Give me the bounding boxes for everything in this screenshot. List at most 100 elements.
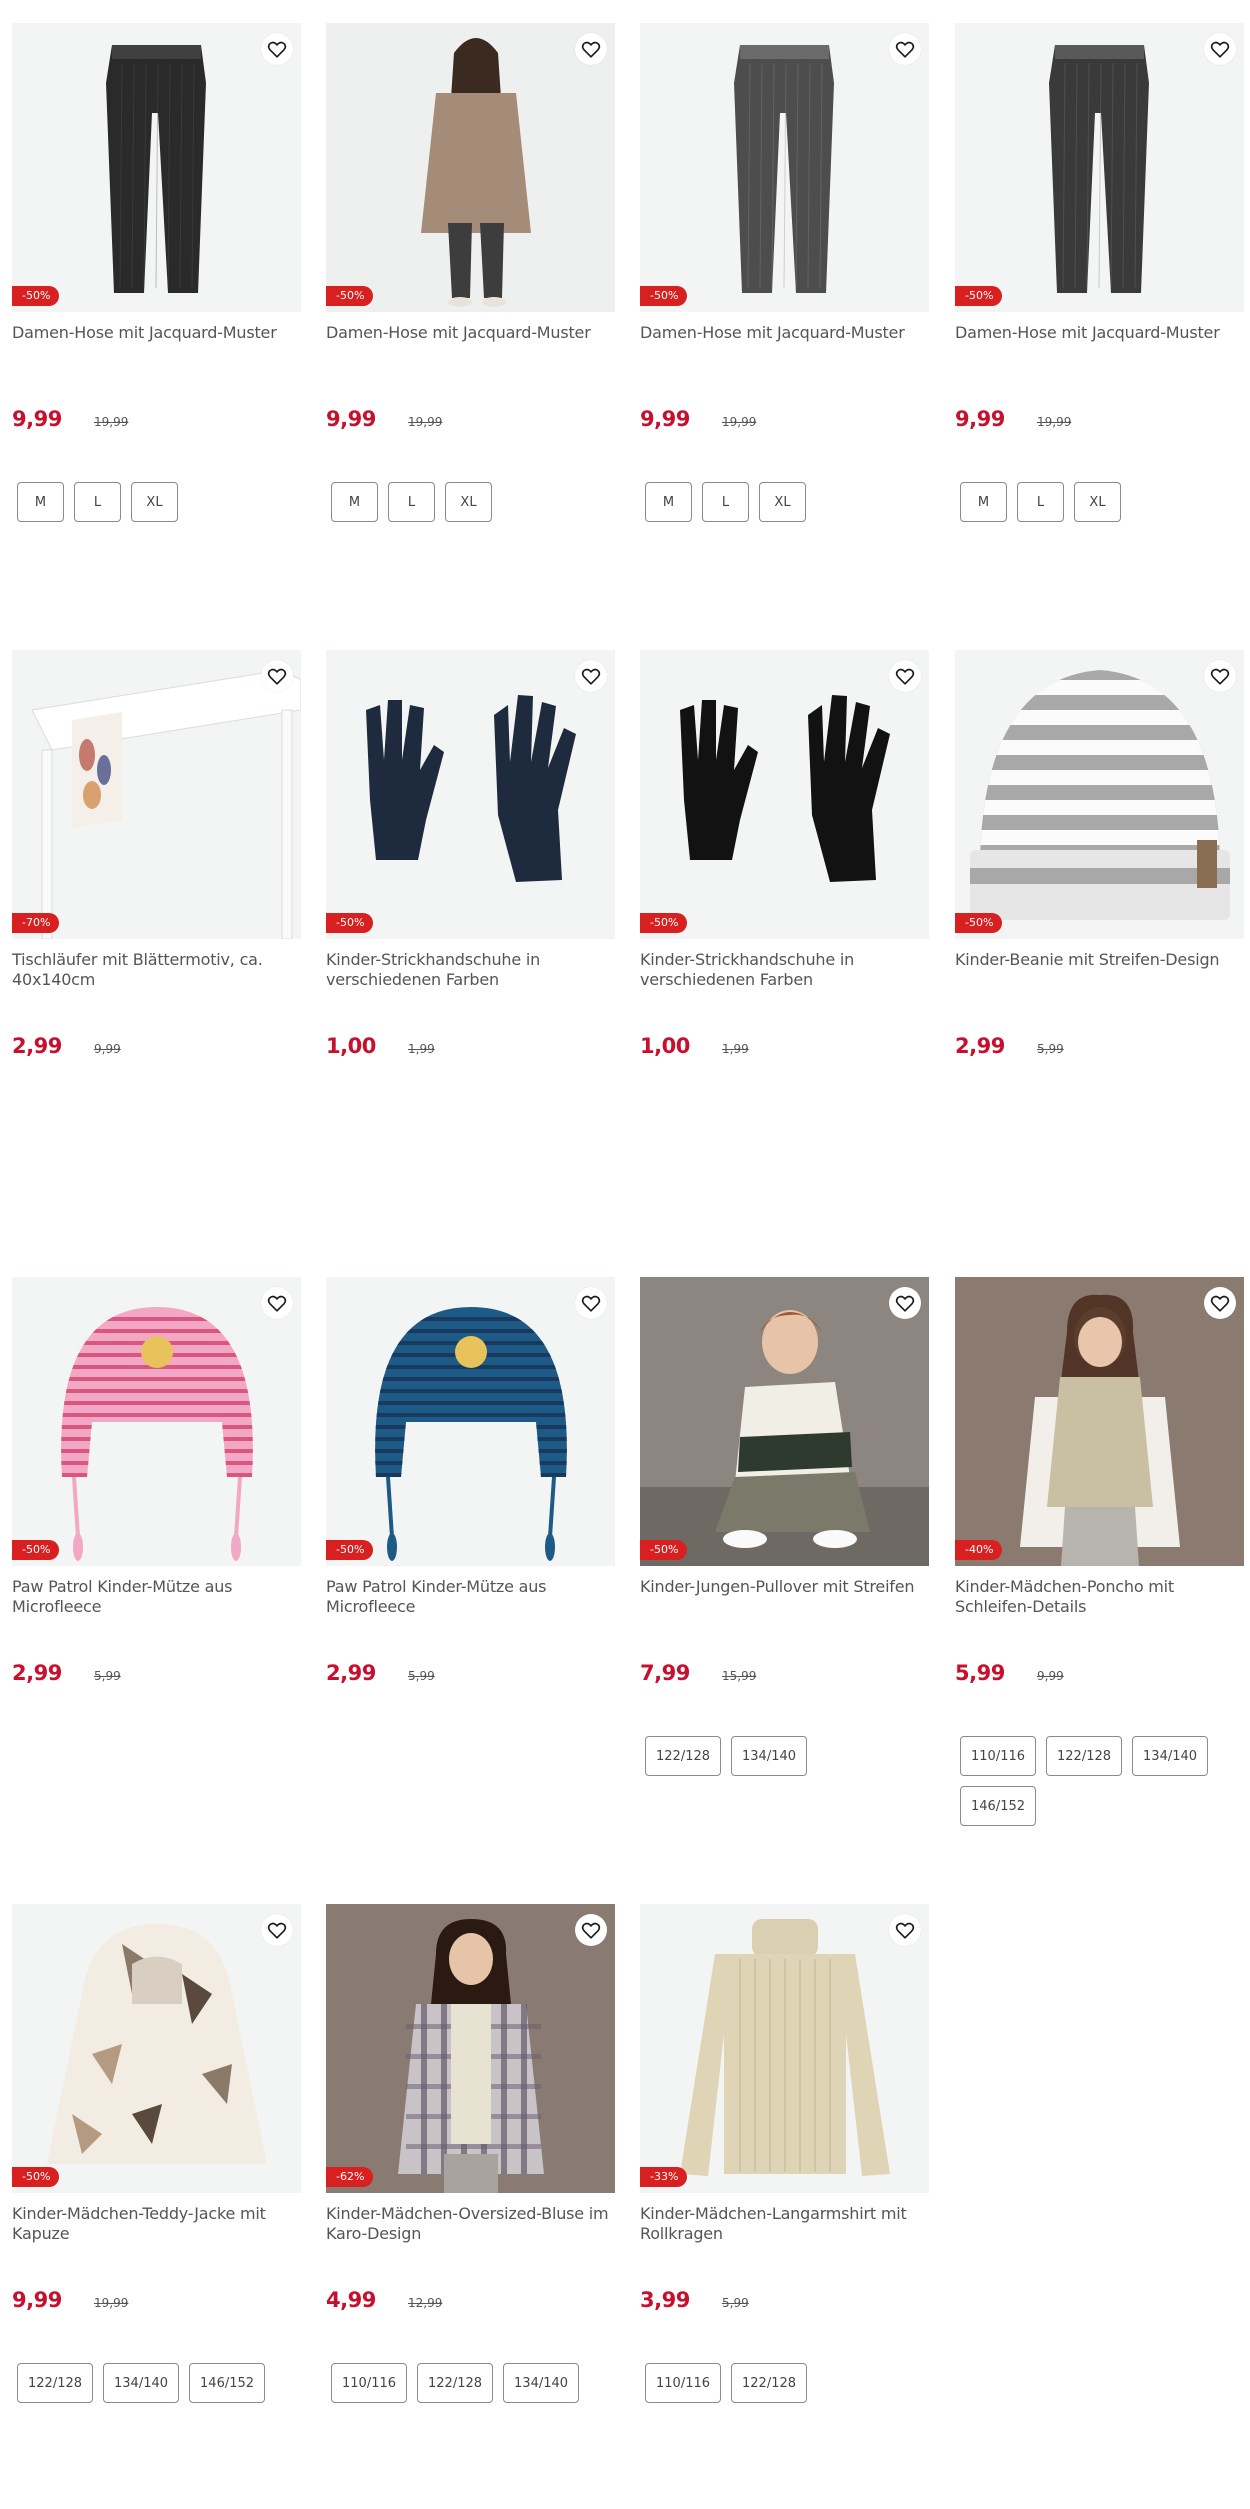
product-card[interactable]: -62% Kinder-Mädchen-Oversized-Bluse im Ka… xyxy=(326,1904,615,2464)
discount-badge: -33% xyxy=(640,2167,688,2187)
product-card[interactable]: -50% Paw Patrol Kinder-Mütze aus Microfle… xyxy=(12,1277,301,1837)
product-title[interactable]: Paw Patrol Kinder-Mütze aus Microfleece xyxy=(326,1577,615,1617)
size-options: M L XL xyxy=(645,482,929,522)
product-card[interactable]: -40% Kinder-Mädchen-Poncho mit Schleifen-… xyxy=(955,1277,1244,1837)
product-title[interactable]: Kinder-Mädchen-Teddy-Jacke mit Kapuze xyxy=(12,2204,301,2244)
size-button[interactable]: 122/128 xyxy=(731,2363,808,2403)
size-button[interactable]: 122/128 xyxy=(645,1736,722,1776)
size-button[interactable]: 110/116 xyxy=(331,2363,408,2403)
size-button[interactable]: L xyxy=(702,482,749,522)
product-title[interactable]: Damen-Hose mit Jacquard-Muster xyxy=(955,323,1244,343)
product-card[interactable]: -50% Kinder-Mädchen-Teddy-Jacke mit Kapuz… xyxy=(12,1904,301,2464)
product-card[interactable]: -70% Tischläufer mit Blättermotiv, ca. 40… xyxy=(12,650,301,1210)
product-image[interactable]: -50% xyxy=(326,23,615,312)
product-card[interactable]: -50% Paw Patrol Kinder-Mütze aus Microfle… xyxy=(326,1277,615,1837)
size-button[interactable]: 122/128 xyxy=(417,2363,494,2403)
product-title[interactable]: Damen-Hose mit Jacquard-Muster xyxy=(640,323,929,343)
product-title[interactable]: Kinder-Beanie mit Streifen-Design xyxy=(955,950,1244,970)
size-button[interactable]: XL xyxy=(131,482,178,522)
product-image[interactable]: -50% xyxy=(955,650,1244,939)
discount-badge: -62% xyxy=(326,2167,374,2187)
wishlist-button[interactable] xyxy=(575,33,607,65)
size-button[interactable]: 134/140 xyxy=(103,2363,180,2403)
product-card[interactable]: -50% Kinder-Strickhandschuhe in verschied… xyxy=(640,650,929,1210)
product-title[interactable]: Kinder-Strickhandschuhe in verschiedenen… xyxy=(326,950,615,990)
size-button[interactable]: L xyxy=(1017,482,1064,522)
heart-icon xyxy=(267,668,287,685)
wishlist-button[interactable] xyxy=(575,1287,607,1319)
product-image[interactable]: -50% xyxy=(12,23,301,312)
wishlist-button[interactable] xyxy=(889,33,921,65)
size-button[interactable]: M xyxy=(331,482,378,522)
product-price: 2,99 xyxy=(326,1661,376,1685)
wishlist-button[interactable] xyxy=(889,1287,921,1319)
size-button[interactable]: 134/140 xyxy=(1132,1736,1209,1776)
size-button[interactable]: 146/152 xyxy=(189,2363,266,2403)
wishlist-button[interactable] xyxy=(1204,660,1236,692)
wishlist-button[interactable] xyxy=(575,660,607,692)
product-card[interactable]: -50% Damen-Hose mit Jacquard-Muster 9,99 19… xyxy=(640,23,929,583)
product-image[interactable]: -62% xyxy=(326,1904,615,2193)
product-card[interactable]: -33% Kinder-Mädchen-Langarmshirt mit Roll… xyxy=(640,1904,929,2464)
product-title[interactable]: Kinder-Strickhandschuhe in verschiedenen… xyxy=(640,950,929,990)
wishlist-button[interactable] xyxy=(889,660,921,692)
size-button[interactable]: 134/140 xyxy=(503,2363,580,2403)
discount-badge: -50% xyxy=(12,1540,60,1560)
wishlist-button[interactable] xyxy=(261,33,293,65)
size-button[interactable]: 146/152 xyxy=(960,1786,1037,1826)
product-photo xyxy=(955,23,1244,312)
size-button[interactable]: M xyxy=(17,482,64,522)
wishlist-button[interactable] xyxy=(261,660,293,692)
product-image[interactable]: -33% xyxy=(640,1904,929,2193)
product-title[interactable]: Damen-Hose mit Jacquard-Muster xyxy=(326,323,615,343)
discount-badge: -50% xyxy=(955,286,1003,306)
product-card[interactable]: -50% Damen-Hose mit Jacquard-Muster 9,99 19… xyxy=(955,23,1244,583)
product-card[interactable]: -50% Damen-Hose mit Jacquard-Muster 9,99 19… xyxy=(12,23,301,583)
product-title[interactable]: Tischläufer mit Blättermotiv, ca. 40x140… xyxy=(12,950,301,990)
product-image[interactable]: -50% xyxy=(12,1277,301,1566)
product-image[interactable]: -50% xyxy=(12,1904,301,2193)
product-card[interactable]: -50% Damen-Hose mit Jacquard-Muster 9,99 19… xyxy=(326,23,615,583)
product-photo xyxy=(326,650,615,939)
size-button[interactable]: XL xyxy=(759,482,806,522)
size-button[interactable]: 122/128 xyxy=(17,2363,94,2403)
product-title[interactable]: Kinder-Mädchen-Langarmshirt mit Rollkrag… xyxy=(640,2204,929,2244)
product-image[interactable]: -50% xyxy=(955,23,1244,312)
size-button[interactable]: L xyxy=(388,482,435,522)
size-button[interactable]: M xyxy=(645,482,692,522)
product-card[interactable]: -50% Kinder-Beanie mit Streifen-Design 2,9… xyxy=(955,650,1244,1210)
product-image[interactable]: -50% xyxy=(640,1277,929,1566)
size-button[interactable]: XL xyxy=(1074,482,1121,522)
product-image[interactable]: -40% xyxy=(955,1277,1244,1566)
product-title[interactable]: Paw Patrol Kinder-Mütze aus Microfleece xyxy=(12,1577,301,1617)
size-button[interactable]: 110/116 xyxy=(960,1736,1037,1776)
product-card[interactable]: -50% Kinder-Jungen-Pullover mit Streifen 7… xyxy=(640,1277,929,1837)
wishlist-button[interactable] xyxy=(575,1914,607,1946)
size-button[interactable]: 122/128 xyxy=(1046,1736,1123,1776)
discount-badge: -50% xyxy=(326,913,374,933)
product-title[interactable]: Damen-Hose mit Jacquard-Muster xyxy=(12,323,301,343)
product-card[interactable]: -50% Kinder-Strickhandschuhe in verschied… xyxy=(326,650,615,1210)
heart-icon xyxy=(581,1295,601,1312)
product-image[interactable]: -50% xyxy=(326,650,615,939)
size-button[interactable]: L xyxy=(74,482,121,522)
original-price: 1,99 xyxy=(408,1042,435,1056)
product-title[interactable]: Kinder-Mädchen-Poncho mit Schleifen-Deta… xyxy=(955,1577,1244,1617)
product-title[interactable]: Kinder-Jungen-Pullover mit Streifen xyxy=(640,1577,929,1597)
product-image[interactable]: -50% xyxy=(640,650,929,939)
size-button[interactable]: M xyxy=(960,482,1007,522)
size-button[interactable]: 134/140 xyxy=(731,1736,808,1776)
wishlist-button[interactable] xyxy=(261,1287,293,1319)
product-photo xyxy=(326,1904,615,2193)
size-button[interactable]: 110/116 xyxy=(645,2363,722,2403)
wishlist-button[interactable] xyxy=(889,1914,921,1946)
wishlist-button[interactable] xyxy=(1204,1287,1236,1319)
size-button[interactable]: XL xyxy=(445,482,492,522)
product-image[interactable]: -50% xyxy=(640,23,929,312)
product-title[interactable]: Kinder-Mädchen-Oversized-Bluse im Karo-D… xyxy=(326,2204,615,2244)
product-image[interactable]: -50% xyxy=(326,1277,615,1566)
original-price: 5,99 xyxy=(1037,1042,1064,1056)
product-image[interactable]: -70% xyxy=(12,650,301,939)
wishlist-button[interactable] xyxy=(261,1914,293,1946)
wishlist-button[interactable] xyxy=(1204,33,1236,65)
